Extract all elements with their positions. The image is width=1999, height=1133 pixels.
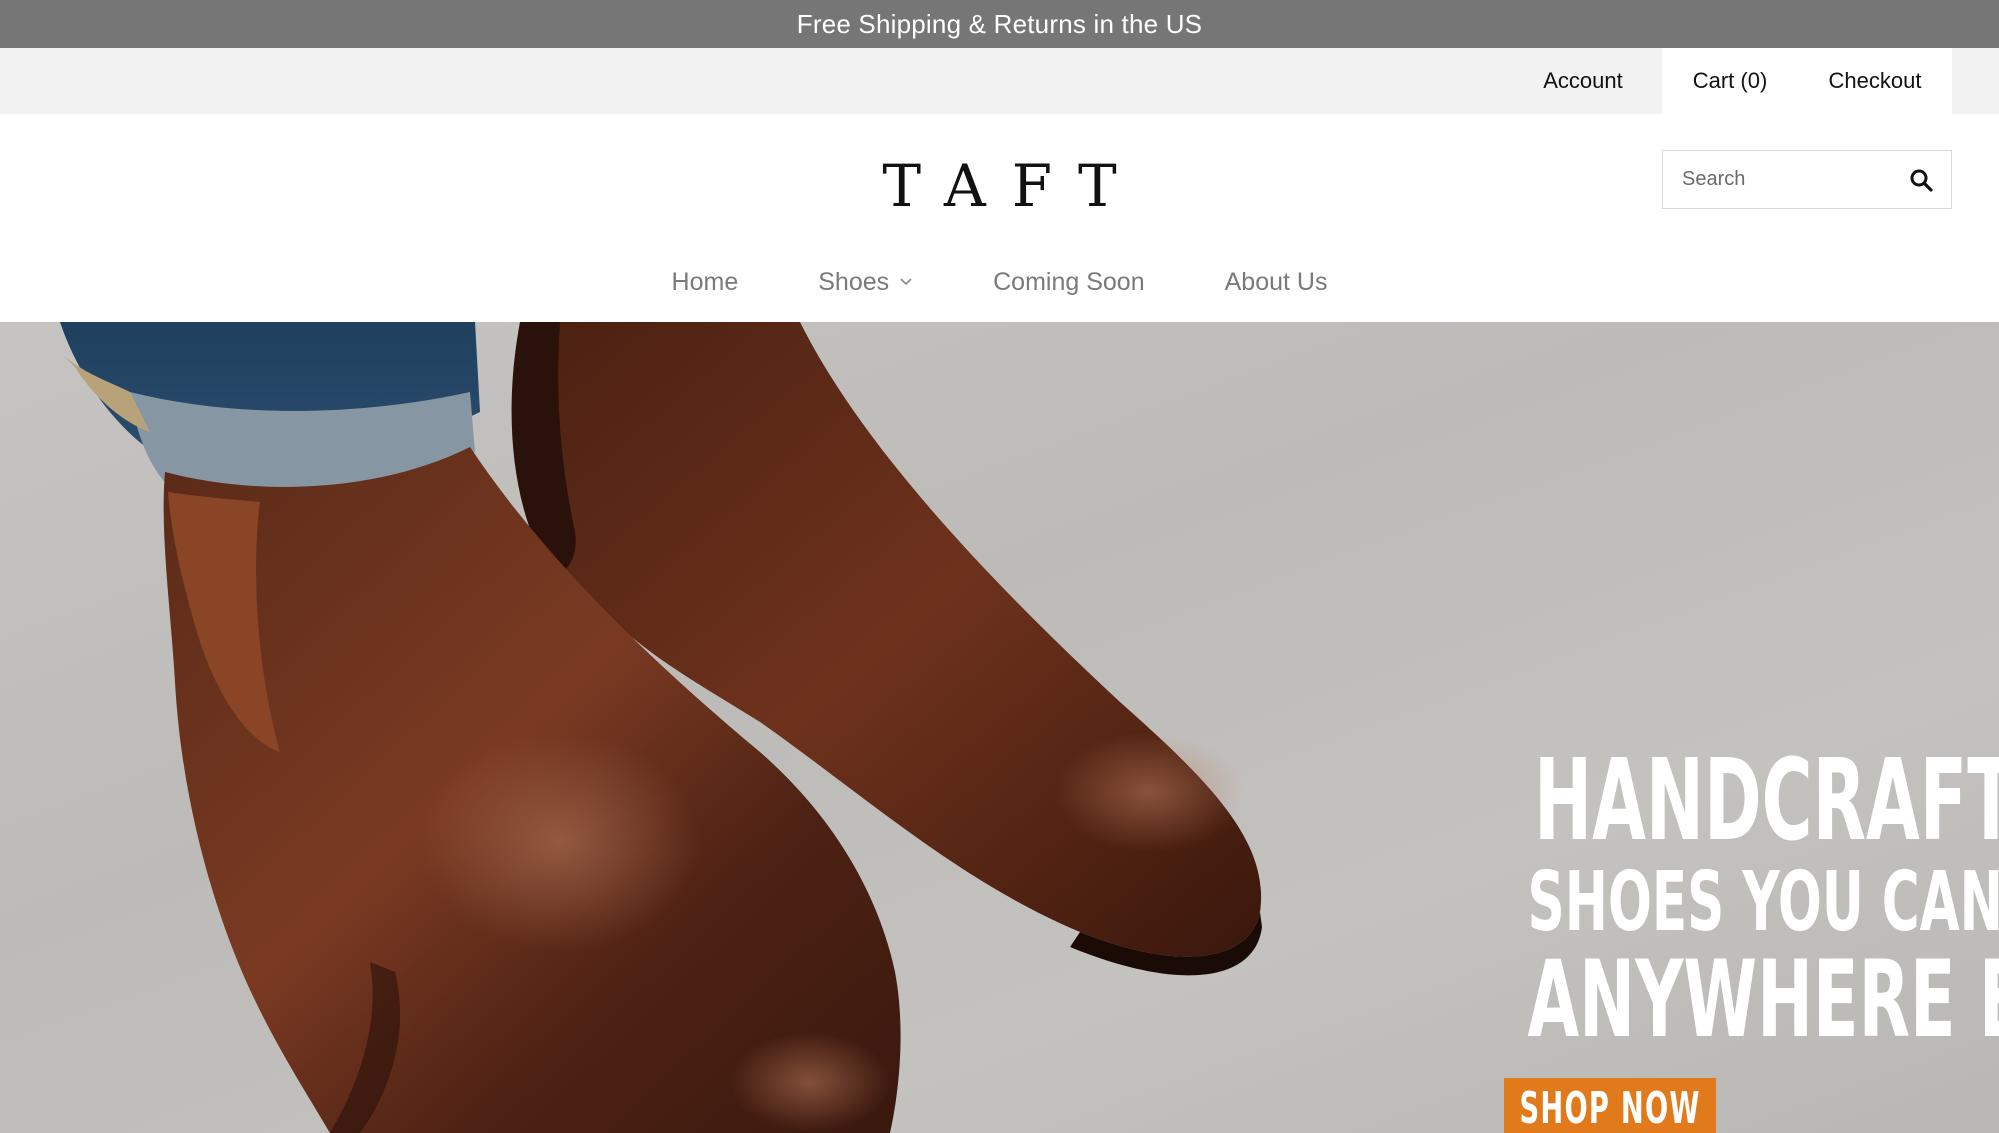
- hero-line-1: HANDCRAFTED: [1534, 736, 1999, 866]
- search-icon[interactable]: [1909, 168, 1933, 192]
- cart-link[interactable]: Cart (0): [1662, 48, 1798, 114]
- nav-item-label: Home: [671, 267, 739, 296]
- shop-now-button[interactable]: SHOP NOW: [1504, 1078, 1716, 1133]
- nav-item-coming-soon[interactable]: Coming Soon: [993, 268, 1144, 297]
- shop-now-label: SHOP NOW: [1519, 1082, 1701, 1133]
- hero-line-2: SHOES YOU CAN’T FIND: [1527, 855, 1999, 950]
- checkout-link[interactable]: Checkout: [1808, 48, 1942, 114]
- hero-line-3: ANYWHERE ELSE: [1527, 938, 1999, 1061]
- hero-headline: HANDCRAFTED SHOES YOU CAN’T FIND ANYWHER…: [1287, 736, 1999, 1061]
- nav-item-label: Coming Soon: [993, 267, 1145, 296]
- nav-item-home[interactable]: Home: [672, 268, 739, 297]
- chevron-down-icon: [900, 278, 912, 286]
- nav-item-shoes[interactable]: Shoes: [818, 268, 913, 297]
- nav-item-label: About Us: [1224, 267, 1328, 296]
- search-box: [1662, 150, 1952, 209]
- utility-bar: Account Cart (0) Checkout: [0, 48, 1999, 114]
- search-input[interactable]: [1663, 151, 1893, 208]
- hero-banner: HANDCRAFTED SHOES YOU CAN’T FIND ANYWHER…: [0, 322, 1999, 1133]
- announcement-bar: Free Shipping & Returns in the US: [0, 0, 1999, 48]
- nav-item-about-us[interactable]: About Us: [1225, 268, 1328, 297]
- main-nav: Home Shoes Coming Soon About Us: [0, 257, 1999, 307]
- nav-item-label: Shoes: [818, 267, 890, 296]
- announcement-text: Free Shipping & Returns in the US: [796, 8, 1203, 39]
- account-link[interactable]: Account: [1528, 48, 1638, 114]
- site-header: TAFT Home Shoes Coming Soon About Us: [0, 114, 1999, 322]
